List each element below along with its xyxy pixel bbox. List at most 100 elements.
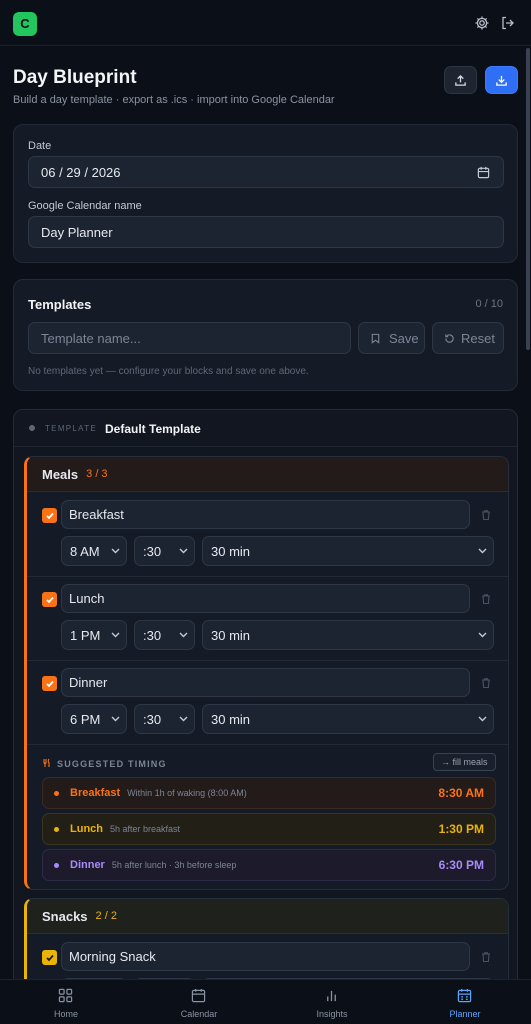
check-icon (45, 512, 54, 519)
suggestion-time: 8:30 AM (438, 786, 484, 800)
row-divider (27, 660, 508, 661)
template-name-placeholder: Template name... (41, 330, 141, 346)
trash-icon[interactable] (480, 593, 492, 605)
suggestion-note: 5h after breakfast (110, 824, 181, 834)
trash-icon[interactable] (480, 677, 492, 689)
chevron-down-icon (179, 632, 188, 638)
nav-home[interactable]: Home (0, 980, 132, 1024)
import-button[interactable] (444, 66, 477, 94)
template-name-input[interactable]: Template name... (28, 322, 351, 354)
nav-label: Insights (316, 1009, 348, 1019)
meal-name: Lunch (69, 591, 105, 606)
chevron-down-icon (111, 632, 120, 638)
date-input[interactable]: 06 / 29 / 2026 (28, 156, 504, 188)
meals-count: 3 / 3 (86, 468, 108, 480)
minute-select-dinner[interactable]: :30 (134, 704, 195, 734)
minute-select-lunch[interactable]: :30 (134, 620, 195, 650)
meals-title: Meals (42, 466, 79, 482)
gear-icon[interactable] (474, 15, 490, 31)
app-logo[interactable]: C (13, 12, 37, 36)
meal-checkbox-lunch[interactable] (42, 592, 57, 607)
templates-title: Templates (28, 297, 92, 312)
snacks-title: Snacks (42, 908, 88, 924)
meal-name: Dinner (69, 675, 108, 690)
template-tag: TEMPLATE (45, 424, 98, 433)
calendar-name-value: Day Planner (41, 224, 113, 240)
meal-name-input-lunch[interactable]: Lunch (61, 584, 470, 613)
snack-checkbox-morning[interactable] (42, 950, 57, 965)
nav-calendar[interactable]: Calendar (133, 980, 265, 1024)
duration-select-lunch[interactable]: 30 min (202, 620, 494, 650)
utensils-icon (43, 758, 50, 767)
download-icon (496, 75, 507, 86)
scrollbar-thumb[interactable] (526, 48, 530, 350)
suggestion-breakfast: Breakfast Within 1h of waking (8:00 AM) … (42, 777, 496, 809)
bottom-nav: Home Calendar Insights Planner (0, 979, 531, 1024)
trash-icon[interactable] (480, 951, 492, 963)
suggestion-dot (54, 826, 59, 832)
snack-name-input-morning[interactable]: Morning Snack (61, 942, 470, 971)
template-panel: TEMPLATE Default Template Meals 3 / 3 Br… (13, 409, 518, 1024)
minute-value: :30 (143, 543, 162, 559)
duration-value: 30 min (211, 543, 251, 559)
chevron-down-icon (478, 716, 487, 722)
meal-name: Breakfast (69, 507, 124, 522)
nav-planner[interactable]: Planner (399, 980, 531, 1024)
calendar-name-label: Google Calendar name (28, 200, 142, 212)
meals-group: Meals 3 / 3 Breakfast 8 AM :30 30 min Lu… (24, 456, 509, 890)
upload-icon (455, 74, 466, 86)
nav-insights[interactable]: Insights (266, 980, 398, 1024)
minute-value: :30 (143, 627, 162, 643)
suggestion-name: Breakfast (70, 787, 121, 799)
top-bar: C (0, 0, 531, 46)
date-label: Date (28, 140, 52, 152)
suggestion-note: 5h after lunch · 3h before sleep (111, 860, 237, 870)
bookmark-icon (371, 333, 380, 344)
hour-select-lunch[interactable]: 1 PM (61, 620, 127, 650)
nav-label: Calendar (180, 1009, 218, 1019)
grid-icon (58, 988, 73, 1003)
export-button[interactable] (485, 66, 518, 94)
meal-checkbox-dinner[interactable] (42, 676, 57, 691)
meal-checkbox-breakfast[interactable] (42, 508, 57, 523)
hour-value: 6 PM (70, 711, 101, 727)
minute-select-breakfast[interactable]: :30 (134, 536, 195, 566)
templates-empty-text: No templates yet — configure your blocks… (28, 366, 309, 377)
page-subtitle: Build a day template · export as .ics · … (13, 94, 335, 106)
template-name: Default Template (105, 422, 201, 436)
row-divider (27, 576, 508, 577)
templates-card: Templates 0 / 10 Template name... Save R… (13, 279, 518, 391)
duration-select-dinner[interactable]: 30 min (202, 704, 494, 734)
suggestion-note: Within 1h of waking (8:00 AM) (127, 788, 247, 798)
meal-name-input-dinner[interactable]: Dinner (61, 668, 470, 697)
hour-value: 1 PM (70, 627, 101, 643)
suggestion-lunch: Lunch 5h after breakfast 1:30 PM (42, 813, 496, 845)
calendar-icon (191, 988, 206, 1003)
hour-select-breakfast[interactable]: 8 AM (61, 536, 127, 566)
fill-meals-button[interactable]: → fill meals (433, 753, 496, 771)
snacks-header[interactable]: Snacks 2 / 2 (27, 899, 508, 934)
duration-select-breakfast[interactable]: 30 min (202, 536, 494, 566)
suggestion-time: 1:30 PM (438, 822, 484, 836)
meal-name-input-breakfast[interactable]: Breakfast (61, 500, 470, 529)
suggestion-dinner: Dinner 5h after lunch · 3h before sleep … (42, 849, 496, 881)
reset-template-button[interactable]: Reset (432, 322, 504, 354)
save-template-button[interactable]: Save (358, 322, 425, 354)
reset-label: Reset (461, 330, 495, 346)
logout-icon[interactable] (500, 15, 516, 31)
trash-icon[interactable] (480, 509, 492, 521)
chevron-down-icon (478, 548, 487, 554)
templates-count: 0 / 10 (475, 298, 503, 310)
chevron-down-icon (478, 632, 487, 638)
chevron-down-icon (111, 548, 120, 554)
calendar-name-input[interactable]: Day Planner (28, 216, 504, 248)
calendar-icon[interactable] (477, 166, 490, 179)
snacks-count: 2 / 2 (95, 910, 117, 922)
template-status-dot (29, 425, 35, 431)
meals-header[interactable]: Meals 3 / 3 (27, 457, 508, 492)
row-divider (27, 744, 508, 745)
nav-label: Home (53, 1009, 78, 1019)
chevron-down-icon (111, 716, 120, 722)
hour-select-dinner[interactable]: 6 PM (61, 704, 127, 734)
check-icon (45, 954, 54, 961)
